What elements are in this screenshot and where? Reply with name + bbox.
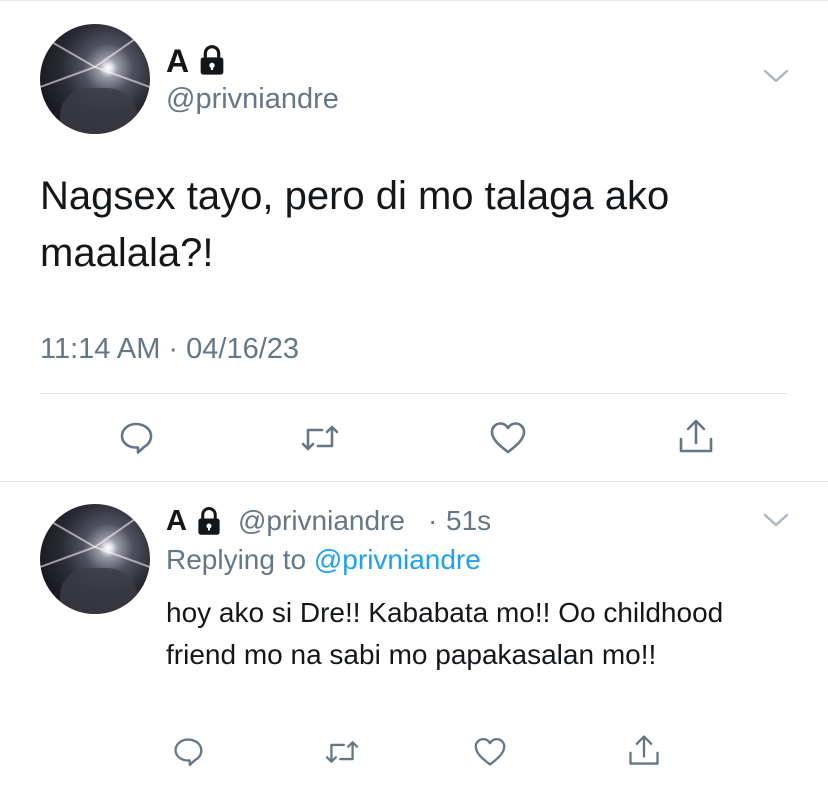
timestamp[interactable]: 11:14 AM · 04/16/23 [40,333,299,366]
handle[interactable]: @privniandre [166,83,339,116]
retweet-icon [301,425,339,451]
top-divider [0,0,828,1]
share-icon [679,419,713,453]
divider [40,393,788,394]
time-ago[interactable]: 51s [446,505,491,537]
like-button[interactable] [470,734,510,770]
like-button[interactable] [486,418,530,458]
replying-to-mention[interactable]: @privniandre [314,544,481,575]
lock-icon [200,45,224,75]
share-button[interactable] [674,416,718,458]
replying-prefix: Replying to [166,544,307,575]
comment-icon [174,738,203,767]
like-icon [490,422,526,454]
section-divider [0,481,828,482]
reply-text: hoy ako si Dre!! Kababata mo!! Oo childh… [166,597,724,670]
chevron-down-icon[interactable] [762,510,790,530]
retweet-button[interactable] [298,418,342,458]
reply-button[interactable] [114,418,158,458]
chevron-down-icon[interactable] [762,66,790,86]
tweet-text: Nagsex tayo, pero di mo talaga ako maala… [40,174,670,275]
display-name[interactable]: A [166,505,187,538]
display-name[interactable]: A [166,43,189,80]
avatar[interactable] [40,24,150,134]
reply-button[interactable] [168,734,208,770]
retweet-button[interactable] [322,734,362,770]
replying-to: Replying to @privniandre [166,544,481,576]
retweet-icon [325,741,359,763]
lock-icon [198,507,220,535]
handle[interactable]: @privniandre [238,505,405,537]
separator: · [428,505,438,536]
share-icon [629,735,659,765]
avatar[interactable] [40,504,150,614]
share-button[interactable] [624,732,664,770]
comment-icon [120,422,153,454]
like-icon [474,737,506,766]
